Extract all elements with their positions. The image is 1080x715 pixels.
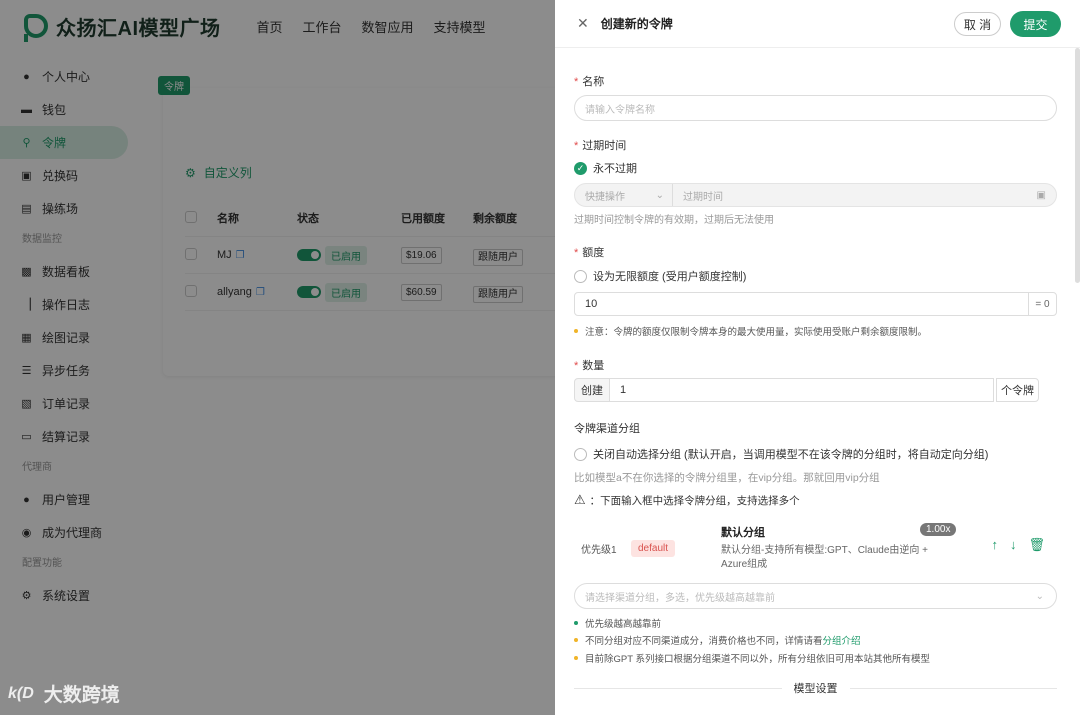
- cancel-button[interactable]: 取 消: [954, 12, 1001, 36]
- drawer-header: ✕ 创建新的令牌 取 消 提交: [555, 0, 1080, 48]
- group-example: 比如模型a不在你选择的令牌分组里，在vip分组。那就回用vip分组: [574, 472, 880, 484]
- group-select[interactable]: 请选择渠道分组，多选，优先级越高越靠前 ⌄: [574, 583, 1057, 609]
- create-token-drawer: ✕ 创建新的令牌 取 消 提交 * 名称 请输入令牌名称 * 过期时间 ✓ 永不过期…: [555, 0, 1080, 715]
- group-intro-link[interactable]: 分组介绍: [823, 633, 861, 647]
- tip-models: 目前除GPT 系列接口根据分组渠道不同以外，所有分组依旧可用本站其他所有模型: [574, 651, 930, 665]
- group-tag: default: [631, 539, 676, 557]
- warning-icon: ⚠: [574, 492, 586, 507]
- count-label: * 数量: [574, 360, 605, 372]
- expire-label: * 过期时间: [574, 140, 627, 152]
- count-suffix: 个令牌: [996, 378, 1039, 402]
- name-label: * 名称: [574, 76, 605, 88]
- group-name: 默认分组: [721, 527, 766, 539]
- watermark-logo: k(D: [8, 684, 34, 702]
- delete-icon[interactable]: 🗑: [1028, 537, 1045, 553]
- quota-equiv: = 0: [1028, 293, 1056, 315]
- tip-priority: 优先级越高越靠前: [574, 616, 661, 630]
- channel-group-label: 令牌渠道分组: [574, 423, 640, 435]
- chevron-down-icon: ⌄: [655, 189, 664, 201]
- quota-label: * 额度: [574, 247, 605, 259]
- drawer-title: 创建新的令牌: [600, 17, 673, 31]
- token-name-input[interactable]: 请输入令牌名称: [574, 95, 1057, 121]
- chevron-down-icon: ⌄: [1035, 590, 1044, 602]
- auto-group-checkbox[interactable]: 关闭自动选择分组 (默认开启，当调用模型不在该令牌的分组时，将自动定向分组): [574, 446, 988, 462]
- expire-date-input[interactable]: 过期时间: [673, 188, 1037, 203]
- arrow-down-icon[interactable]: ↓: [1010, 537, 1017, 553]
- tip-pricing: 不同分组对应不同渠道成分，消费价格也不同，详情请看 分组介绍: [574, 633, 861, 647]
- scrollbar[interactable]: [1075, 48, 1080, 283]
- expire-hint: 过期时间控制令牌的有效期，过期后无法使用: [574, 215, 774, 226]
- group-actions: ↑ ↓ 🗑: [979, 537, 1045, 553]
- select-tip: ⚠ ：下面输入框中选择令牌分组，支持选择多个: [574, 492, 800, 507]
- group-ratio-badge: 1.00x: [920, 523, 957, 536]
- quick-op-select[interactable]: 快捷操作 ⌄: [575, 184, 673, 206]
- count-input[interactable]: 1: [610, 378, 994, 402]
- expire-date-picker[interactable]: 快捷操作 ⌄ 过期时间 ▣: [574, 183, 1057, 207]
- quota-input[interactable]: 10 = 0: [574, 292, 1057, 316]
- check-icon: ✓: [574, 161, 587, 175]
- unlimited-quota-checkbox[interactable]: 设为无限额度 (受用户额度控制): [574, 268, 746, 284]
- close-icon[interactable]: ✕: [577, 15, 589, 32]
- submit-button[interactable]: 提交: [1010, 11, 1061, 37]
- arrow-up-icon[interactable]: ↑: [991, 537, 998, 553]
- group-info: 默认分组 默认分组-支持所有模型:GPT、Claude由逆向 + Azure组成: [721, 524, 951, 572]
- quota-note: 注意：令牌的额度仅限制令牌本身的最大使用量，实际使用受账户剩余额度限制。: [574, 324, 927, 338]
- model-settings-divider: 模型设置: [574, 680, 1057, 696]
- group-priority: 优先级1: [581, 544, 617, 556]
- count-prefix: 创建: [574, 378, 610, 402]
- group-item: 优先级1 default 默认分组 默认分组-支持所有模型:GPT、Claude…: [574, 518, 1057, 578]
- never-expire-checkbox[interactable]: ✓ 永不过期: [574, 160, 637, 176]
- group-desc: 默认分组-支持所有模型:GPT、Claude由逆向 + Azure组成: [721, 545, 929, 570]
- watermark: k(D 大数跨境: [8, 680, 120, 707]
- calendar-icon: ▣: [1036, 189, 1046, 201]
- count-input-group: 创建 1 个令牌: [574, 378, 1039, 402]
- watermark-text: 大数跨境: [43, 685, 120, 706]
